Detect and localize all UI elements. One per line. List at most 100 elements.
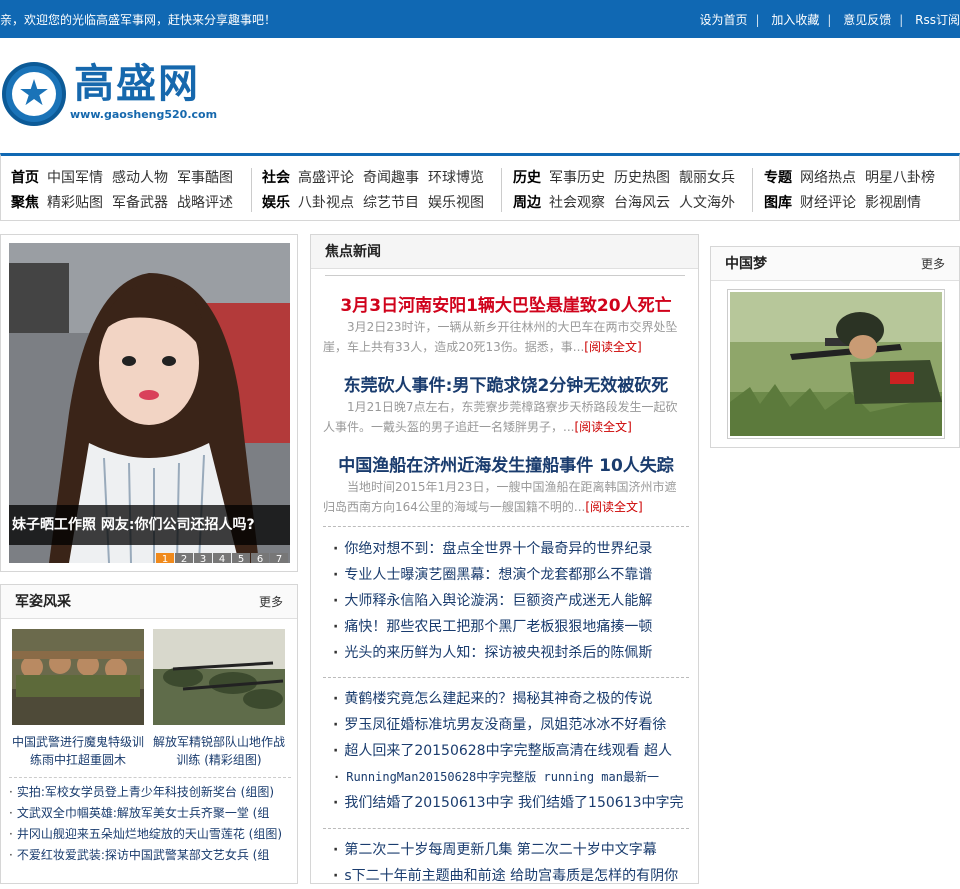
nav-item[interactable]: 军事酷图 — [177, 170, 233, 186]
nav-item[interactable]: 娱乐视图 — [428, 195, 484, 211]
military-style-panel: 军姿风采 更多 中国武警进行魔鬼特级训练雨中扛超重圆木 解放军精锐部队山地作战训… — [0, 584, 298, 884]
panel-header: 中国梦 更多 — [711, 247, 959, 281]
panel-title: 中国梦 — [725, 256, 767, 272]
nav-item[interactable]: 高盛评论 — [298, 170, 354, 186]
pager-button[interactable]: 1 — [156, 553, 174, 563]
panel-title: 焦点新闻 — [325, 244, 381, 260]
pager-button[interactable]: 2 — [175, 553, 193, 563]
nav-divider — [501, 168, 502, 212]
nav-head[interactable]: 社会 — [262, 170, 290, 186]
logo-name: 高盛网 — [74, 61, 200, 107]
article-summary: 当地时间2015年1月23日，一艘中国渔船在距离韩国济州市遮归岛西南方向164公… — [323, 480, 677, 514]
nav-item[interactable]: 财经评论 — [800, 195, 856, 211]
divider — [323, 526, 689, 527]
read-more-link[interactable]: [阅读全文] — [585, 500, 642, 514]
headline-1[interactable]: 3月3日河南安阳1辆大巴坠悬崖致20人死亡 — [323, 291, 689, 316]
nav-item[interactable]: 军备武器 — [112, 195, 168, 211]
nav-item[interactable]: 环球博览 — [428, 170, 484, 186]
list-item[interactable]: · 黄鹤楼究竟怎么建起来的？揭秘其神奇之极的传说 — [333, 686, 683, 712]
soldiers-training-photo — [153, 629, 285, 725]
set-homepage-link[interactable]: 设为首页 — [699, 13, 747, 27]
nav-item[interactable]: 明星八卦榜 — [865, 170, 935, 186]
nav-item[interactable]: 八卦视点 — [298, 195, 354, 211]
nav-item[interactable]: 中国军情 — [47, 170, 103, 186]
nav-group-1: 首页 中国军情 感动人物 军事酷图 聚焦 精彩贴图 军备武器 战略评述 — [11, 166, 242, 216]
read-more-link[interactable]: [阅读全文] — [584, 340, 641, 354]
nav-item[interactable]: 奇闻趣事 — [363, 170, 419, 186]
nav-group-3: 历史 军事历史 历史热图 靓丽女兵 周边 社会观察 台海风云 人文海外 — [513, 166, 744, 216]
nav-item[interactable]: 影视剧情 — [865, 195, 921, 211]
panel-title: 军姿风采 — [15, 594, 71, 610]
nav-divider — [752, 168, 753, 212]
slider-photo[interactable]: 妹子晒工作照 网友:你们公司还招人吗? 1234567 — [9, 243, 290, 563]
panel-header: 焦点新闻 — [311, 235, 698, 269]
nav-group-2: 社会 高盛评论 奇闻趣事 环球博览 娱乐 八卦视点 综艺节目 娱乐视图 — [262, 166, 493, 216]
list-item[interactable]: · 超人回来了20150628中字完整版高清在线观看 超人 — [333, 738, 683, 764]
slider-caption[interactable]: 妹子晒工作照 网友:你们公司还招人吗? — [9, 505, 290, 545]
nav-item[interactable]: 网络热点 — [800, 170, 856, 186]
pager-button[interactable]: 4 — [213, 553, 231, 563]
headline-3[interactable]: 中国渔船在济州近海发生撞船事件 10人失踪 — [323, 451, 689, 476]
list-item[interactable]: · 痛快！那些农民工把那个黑厂老板狠狠地痛揍一顿 — [333, 614, 683, 640]
list-item[interactable]: · RunningMan20150628中字完整版 running man最新一 — [333, 764, 683, 790]
news-list: · 第二次二十岁每周更新几集 第二次二十岁中文字幕 · s下二十年前主题曲和前途 给… — [333, 837, 683, 889]
pager-button[interactable]: 6 — [251, 553, 269, 563]
nav-item[interactable]: 社会观察 — [549, 195, 605, 211]
focus-news-panel: 焦点新闻 3月3日河南安阳1辆大巴坠悬崖致20人死亡 3月2日23时许，一辆从新… — [310, 234, 699, 884]
list-item[interactable]: · 我们结婚了20150613中字 我们结婚了150613中字完 — [333, 790, 683, 816]
nav-item[interactable]: 靓丽女兵 — [679, 170, 735, 186]
pager-button[interactable]: 3 — [194, 553, 212, 563]
nav-divider — [251, 168, 252, 212]
read-more-link[interactable]: [阅读全文] — [574, 420, 631, 434]
site-logo[interactable]: ★ 高盛网 www.gaosheng520.com — [2, 60, 232, 130]
welcome-text: 亲，欢迎您的光临高盛军事网，赶快来分享趣事吧！ — [0, 13, 277, 27]
list-item[interactable]: · 大师释永信陷入舆论漩涡：巨额资产成迷无人能解 — [333, 588, 683, 614]
more-link[interactable]: 更多 — [921, 247, 945, 281]
list-item[interactable]: · 光头的来历鲜为人知：探访被央视封杀后的陈佩斯 — [333, 640, 683, 666]
nav-head[interactable]: 历史 — [513, 170, 541, 186]
nav-item[interactable]: 精彩贴图 — [47, 195, 103, 211]
nav-item[interactable]: 历史热图 — [614, 170, 670, 186]
top-bar: 亲，欢迎您的光临高盛军事网，赶快来分享趣事吧！ 设为首页 | 加入收藏 | 意见反馈… — [0, 0, 960, 38]
list-item[interactable]: · 井冈山舰迎来五朵灿烂地绽放的天山雪莲花 (组图) — [9, 824, 291, 845]
news-list: · 实拍:军校女学员登上青少年科技创新奖台 (组图) · 文武双全巾帼英雄:解放军美… — [9, 777, 291, 866]
headline-2[interactable]: 东莞砍人事件:男下跪求饶2分钟无效被砍死 — [323, 371, 689, 396]
more-link[interactable]: 更多 — [259, 585, 283, 619]
pager-button[interactable]: 7 — [270, 553, 288, 563]
nav-head[interactable]: 图库 — [764, 195, 792, 211]
star-emblem-icon: ★ — [2, 62, 66, 126]
list-item[interactable]: · 实拍:军校女学员登上青少年科技创新奖台 (组图) — [9, 782, 291, 803]
list-item[interactable]: · 文武双全巾帼英雄:解放军美女士兵齐聚一堂 (组 — [9, 803, 291, 824]
nav-head[interactable]: 聚焦 — [11, 195, 39, 211]
nav-item[interactable]: 战略评述 — [177, 195, 233, 211]
article-summary: 3月2日23时许，一辆从新乡开往林州的大巴车在两市交界处坠崖，车上共有33人，造… — [323, 320, 678, 354]
nav-head[interactable]: 专题 — [764, 170, 792, 186]
photo-item[interactable]: 解放军精锐部队山地作战训练 (精彩组图) — [153, 629, 285, 769]
list-item[interactable]: · 罗玉凤征婚标准坑男友没商量，凤姐范冰冰不好看徐 — [333, 712, 683, 738]
nav-item[interactable]: 人文海外 — [679, 195, 735, 211]
nav-head[interactable]: 娱乐 — [262, 195, 290, 211]
list-item[interactable]: · 专业人士曝演艺圈黑幕：想演个龙套都那么不靠谱 — [333, 562, 683, 588]
nav-item[interactable]: 军事历史 — [549, 170, 605, 186]
list-item[interactable]: · 第二次二十岁每周更新几集 第二次二十岁中文字幕 — [333, 837, 683, 863]
add-favorite-link[interactable]: 加入收藏 — [771, 13, 819, 27]
nav-item[interactable]: 综艺节目 — [363, 195, 419, 211]
pager-button[interactable]: 5 — [232, 553, 250, 563]
photo-caption: 解放军精锐部队山地作战训练 (精彩组图) — [153, 735, 286, 767]
list-item[interactable]: · 不爱红妆爱武装:探访中国武警某部文艺女兵 (组 — [9, 845, 291, 866]
rss-link[interactable]: Rss订阅 — [915, 13, 960, 27]
list-item[interactable]: · s下二十年前主题曲和前途 给助宫毒质是怎样的有阴你 — [333, 863, 683, 889]
divider — [323, 677, 689, 678]
nav-item[interactable]: 台海风云 — [614, 195, 670, 211]
feedback-link[interactable]: 意见反馈 — [843, 13, 891, 27]
nav-head[interactable]: 周边 — [513, 195, 541, 211]
divider — [323, 828, 689, 829]
sniper-photo — [730, 292, 942, 436]
top-links: 设为首页 | 加入收藏 | 意见反馈 | Rss订阅 — [699, 13, 960, 27]
photo-item[interactable]: 中国武警进行魔鬼特级训练雨中扛超重圆木 — [12, 629, 144, 769]
list-item[interactable]: · 你绝对想不到：盘点全世界十个最奇异的世界纪录 — [333, 536, 683, 562]
nav-head[interactable]: 首页 — [11, 170, 39, 186]
photo-item[interactable] — [727, 289, 945, 439]
soldiers-log-photo — [12, 629, 144, 725]
nav-item[interactable]: 感动人物 — [112, 170, 168, 186]
